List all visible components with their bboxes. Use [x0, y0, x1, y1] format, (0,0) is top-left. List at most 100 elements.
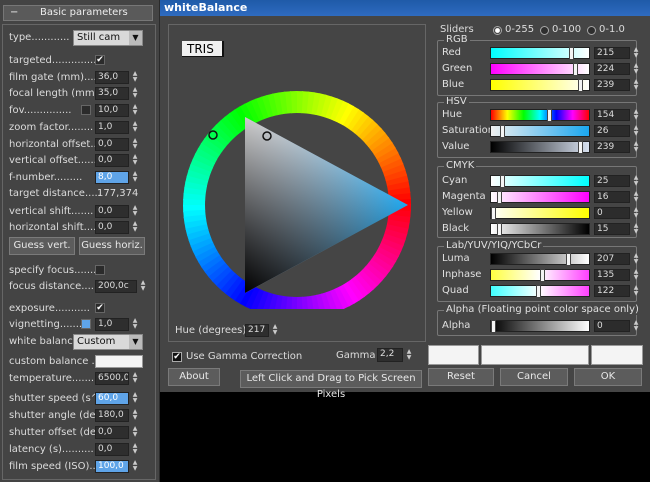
focus-distance-spinner-icon[interactable]: ▲ ▼	[139, 280, 147, 293]
hue-value-field[interactable]: 154	[594, 109, 630, 121]
fov-field[interactable]: 10,0	[95, 104, 129, 117]
cyan-slider-thumb[interactable]	[500, 175, 505, 188]
blue-value-field[interactable]: 239	[594, 79, 630, 91]
guess-horiz-button[interactable]: Guess horiz.	[79, 237, 145, 255]
green-value-field[interactable]: 224	[594, 63, 630, 75]
quad-value-field[interactable]: 122	[594, 285, 630, 297]
gamma-field[interactable]: 2,2	[377, 348, 403, 362]
vertical-shift-spinner-icon[interactable]: ▲ ▼	[131, 205, 139, 218]
horizontal-offset-field[interactable]: 0,0	[95, 138, 129, 151]
fov-checkbox[interactable]	[81, 105, 91, 115]
hue-triangle-picker[interactable]	[169, 59, 425, 309]
quad-slider-thumb[interactable]	[536, 285, 541, 298]
new-color-swatch[interactable]	[481, 345, 589, 365]
hue-slider-thumb[interactable]	[547, 109, 552, 122]
dialog-title[interactable]: whiteBalance	[160, 0, 650, 16]
red-slider-thumb[interactable]	[569, 47, 574, 60]
alpha-slider-thumb[interactable]	[491, 320, 496, 333]
custom-balance-swatch[interactable]	[95, 355, 143, 368]
vertical-offset-spinner-icon[interactable]: ▲ ▼	[131, 154, 139, 167]
green-spinner-icon[interactable]: ▲ ▼	[632, 63, 640, 75]
inphase-spinner-icon[interactable]: ▲ ▼	[632, 269, 640, 281]
black-value-field[interactable]: 15	[594, 223, 630, 235]
horizontal-shift-field[interactable]: 0,0	[95, 221, 129, 234]
inphase-slider-thumb[interactable]	[540, 269, 545, 282]
luma-value-field[interactable]: 207	[594, 253, 630, 265]
f-number-field[interactable]: 8,0	[95, 171, 129, 184]
use-gamma-checkbox[interactable]: ✔	[172, 352, 182, 362]
yellow-slider-thumb[interactable]	[491, 207, 496, 220]
targeted-checkbox[interactable]: ✔	[95, 55, 105, 65]
inphase-value-field[interactable]: 135	[594, 269, 630, 281]
yellow-slider[interactable]	[490, 207, 590, 220]
vignetting-spinner-icon[interactable]: ▲ ▼	[131, 318, 139, 331]
hue-degrees-spinner-icon[interactable]: ▲ ▼	[271, 324, 279, 337]
focus-distance-field[interactable]: 200,0c	[95, 280, 137, 293]
saturation-value-field[interactable]: 26	[594, 125, 630, 137]
luma-slider-thumb[interactable]	[566, 253, 571, 266]
tris-tab[interactable]: TRIS	[182, 41, 224, 57]
cyan-spinner-icon[interactable]: ▲ ▼	[632, 175, 640, 187]
type-dropdown[interactable]: Still cam ▼	[73, 30, 143, 46]
fov-spinner-icon[interactable]: ▲ ▼	[131, 104, 139, 117]
hue-degrees-field[interactable]: 217	[245, 324, 269, 337]
red-slider[interactable]	[490, 47, 590, 60]
radio-0-1[interactable]	[587, 26, 596, 35]
vignetting-checkbox[interactable]	[81, 319, 91, 329]
old-color-swatch[interactable]	[428, 345, 479, 365]
horizontal-shift-spinner-icon[interactable]: ▲ ▼	[131, 221, 139, 234]
black-spinner-icon[interactable]: ▲ ▼	[632, 223, 640, 235]
radio-0-255-label[interactable]: 0-255	[505, 24, 534, 35]
film-gate-field[interactable]: 36,0	[95, 71, 129, 84]
inphase-slider[interactable]	[490, 269, 590, 282]
basic-parameters-rollout[interactable]: − Basic parameters	[3, 5, 153, 21]
green-slider[interactable]	[490, 63, 590, 76]
shutter-speed-field[interactable]: 60,0	[95, 392, 129, 405]
specify-focus-checkbox[interactable]	[95, 265, 105, 275]
magenta-slider[interactable]	[490, 191, 590, 204]
focal-length-field[interactable]: 35,0	[95, 87, 129, 100]
luma-spinner-icon[interactable]: ▲ ▼	[632, 253, 640, 265]
alpha-value-field[interactable]: 0	[594, 320, 630, 332]
magenta-slider-thumb[interactable]	[497, 191, 502, 204]
cancel-button[interactable]: Cancel	[500, 368, 568, 386]
vertical-shift-field[interactable]: 0,0	[95, 205, 129, 218]
blue-spinner-icon[interactable]: ▲ ▼	[632, 79, 640, 91]
shutter-offset-field[interactable]: 0,0	[95, 426, 129, 439]
radio-0-100[interactable]	[540, 26, 549, 35]
quad-slider[interactable]	[490, 285, 590, 298]
collapse-icon[interactable]: −	[10, 6, 18, 20]
radio-0-255[interactable]	[493, 26, 502, 35]
film-speed-field[interactable]: 100,0	[95, 460, 129, 473]
quad-spinner-icon[interactable]: ▲ ▼	[632, 285, 640, 297]
latency-field[interactable]: 0,0	[95, 443, 129, 456]
ok-button[interactable]: OK	[574, 368, 642, 386]
film-speed-spinner-icon[interactable]: ▲ ▼	[131, 460, 139, 473]
shutter-offset-spinner-icon[interactable]: ▲ ▼	[131, 426, 139, 439]
magenta-spinner-icon[interactable]: ▲ ▼	[632, 191, 640, 203]
alpha-spinner-icon[interactable]: ▲ ▼	[632, 320, 640, 332]
red-value-field[interactable]: 215	[594, 47, 630, 59]
horizontal-offset-spinner-icon[interactable]: ▲ ▼	[131, 138, 139, 151]
exposure-checkbox[interactable]: ✔	[95, 303, 105, 313]
temperature-field[interactable]: 6500,0	[95, 372, 129, 385]
film-gate-spinner-icon[interactable]: ▲ ▼	[131, 71, 139, 84]
pick-screen-pixels-button[interactable]: Left Click and Drag to Pick Screen Pixel…	[240, 370, 422, 400]
radio-0-1-label[interactable]: 0-1.0	[599, 24, 625, 35]
gamma-spinner-icon[interactable]: ▲ ▼	[405, 349, 413, 362]
black-slider[interactable]	[490, 223, 590, 236]
yellow-spinner-icon[interactable]: ▲ ▼	[632, 207, 640, 219]
vertical-offset-field[interactable]: 0,0	[95, 154, 129, 167]
value-slider[interactable]	[490, 141, 590, 154]
reference-color-swatch[interactable]	[591, 345, 643, 365]
focal-length-spinner-icon[interactable]: ▲ ▼	[131, 87, 139, 100]
white-balance-dropdown[interactable]: Custom ▼	[73, 334, 143, 350]
luma-slider[interactable]	[490, 253, 590, 266]
vignetting-field[interactable]: 1,0	[95, 318, 129, 331]
reset-button[interactable]: Reset	[428, 368, 494, 386]
value-slider-thumb[interactable]	[578, 141, 583, 154]
saturation-slider[interactable]	[490, 125, 590, 138]
hue-spinner-icon[interactable]: ▲ ▼	[632, 109, 640, 121]
alpha-slider[interactable]	[490, 320, 590, 333]
shutter-angle-spinner-icon[interactable]: ▲ ▼	[131, 409, 139, 422]
